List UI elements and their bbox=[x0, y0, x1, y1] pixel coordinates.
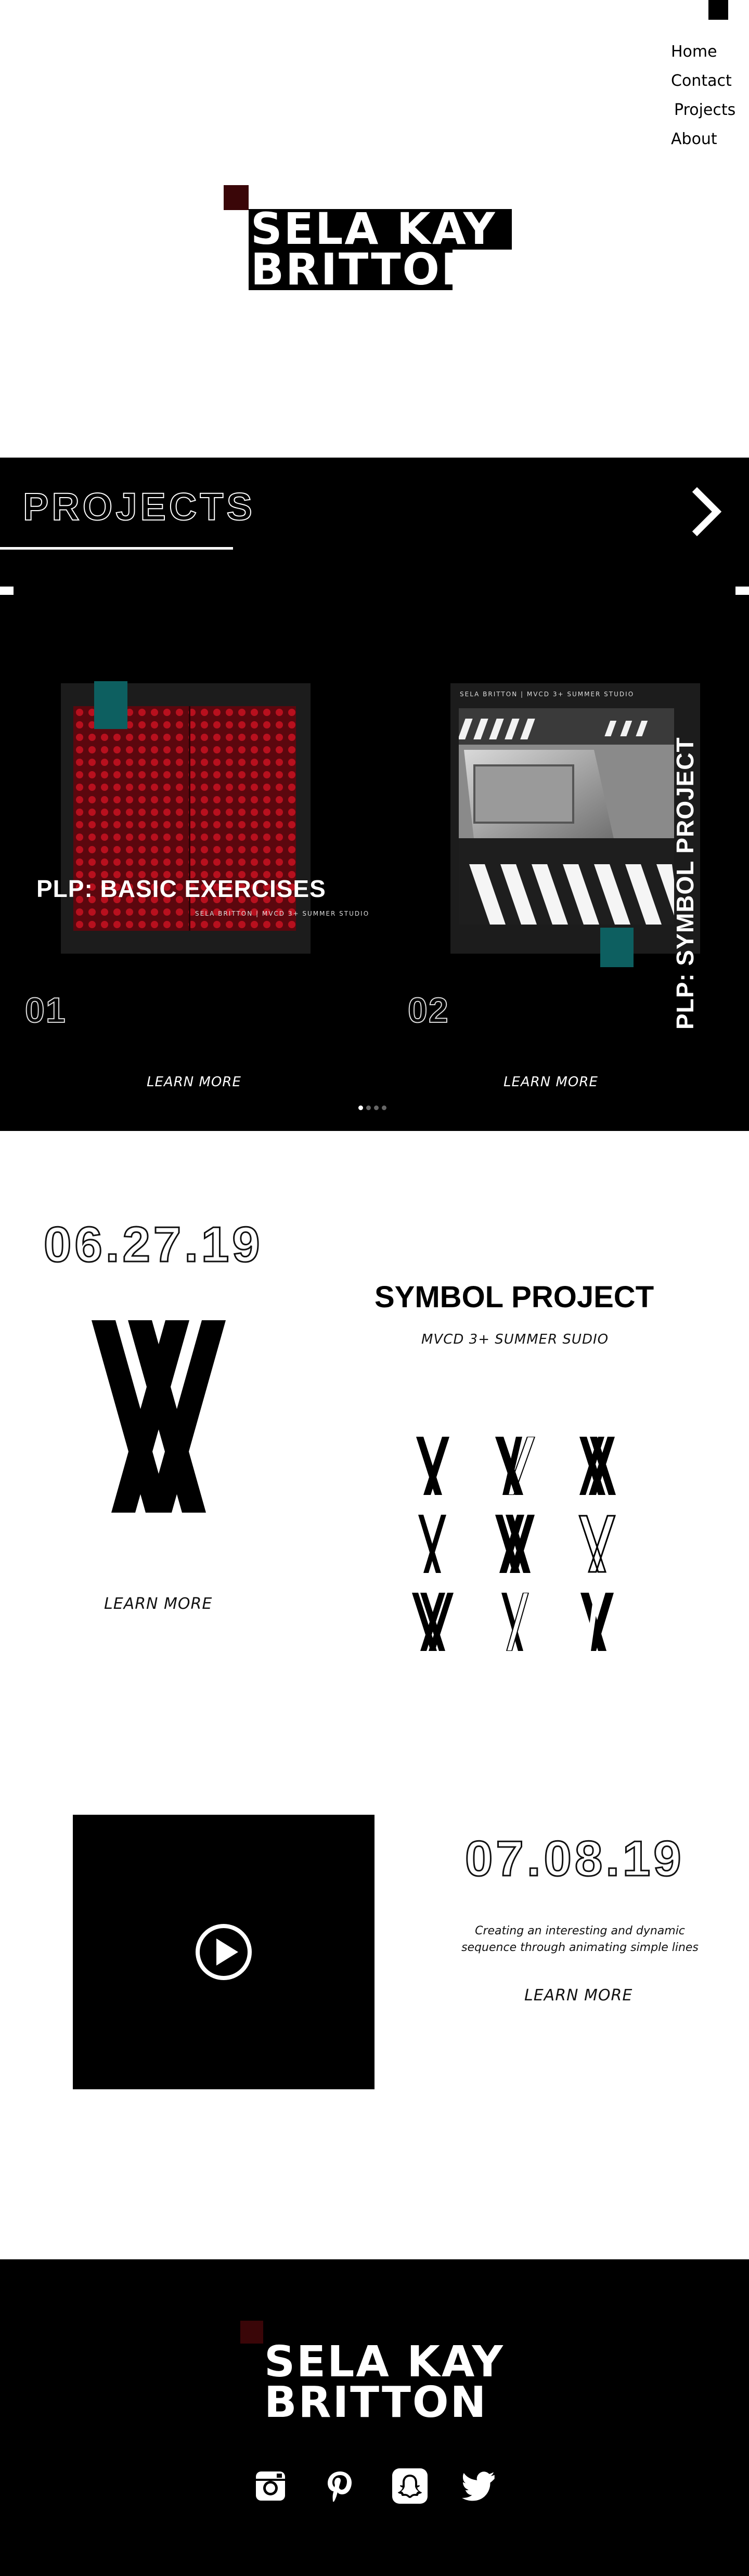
teal-accent-block bbox=[600, 928, 634, 967]
nav-about[interactable]: About bbox=[671, 125, 749, 154]
symbol-project-section: 06.27.19 SYMBOL PROJECT MVCD 3+ SUMMER S… bbox=[0, 1131, 749, 1732]
symbol-project-title: SYMBOL PROJECT bbox=[374, 1280, 654, 1314]
snapchat-icon[interactable] bbox=[391, 2467, 429, 2505]
footer-logo-line-1: SELA KAY bbox=[264, 2337, 505, 2387]
project-card-basic-exercises[interactable]: SELA BRITTON | MVCD 3+ SUMMER STUDIO bbox=[61, 681, 368, 954]
logo-line-2: BRITTON bbox=[251, 244, 480, 295]
nav-projects[interactable]: Projects bbox=[671, 96, 749, 125]
symbol-x-graphic bbox=[92, 1320, 226, 1513]
card-number-02: 02 bbox=[407, 990, 449, 1031]
main-nav: Home Contact Projects About bbox=[671, 37, 749, 154]
nav-home[interactable]: Home bbox=[671, 37, 749, 67]
learn-more-link-symbol-project[interactable]: LEARN MORE bbox=[503, 1074, 598, 1090]
video-project-section: 07.08.19 Creating an interesting and dyn… bbox=[0, 1732, 749, 2259]
learn-more-link-basic-exercises[interactable]: LEARN MORE bbox=[147, 1074, 241, 1090]
symbol-variation-3 bbox=[579, 1437, 616, 1495]
project-date: 06.27.19 bbox=[43, 1216, 263, 1273]
nav-contact[interactable]: Contact bbox=[671, 67, 749, 96]
card-caption: SELA BRITTON | MVCD 3+ SUMMER STUDIO bbox=[460, 691, 635, 698]
projects-heading: PROJECTS bbox=[22, 485, 255, 529]
carousel-edge-marker-right bbox=[735, 587, 749, 595]
logo-red-square bbox=[224, 185, 249, 210]
card-title-symbol-project: PLP: SYMBOL PROJECT bbox=[671, 737, 699, 1030]
footer-brand-logo[interactable]: SELA KAY BRITTON bbox=[240, 2321, 532, 2435]
symbol-variation-2 bbox=[495, 1437, 536, 1495]
symbol-variation-4 bbox=[418, 1515, 446, 1573]
carousel-edge-marker-left bbox=[0, 587, 14, 595]
pinterest-icon[interactable] bbox=[321, 2467, 359, 2505]
carousel-pagination bbox=[357, 1102, 388, 1112]
teal-accent-block bbox=[94, 681, 127, 729]
brand-logo[interactable]: SELA KAY BRITTON bbox=[224, 185, 515, 295]
instagram-icon[interactable] bbox=[252, 2467, 289, 2505]
street-crosswalk-photo bbox=[459, 708, 674, 925]
project-card-symbol-project[interactable]: SELA BRITTON | MVCD 3+ SUMMER STUDIO bbox=[450, 683, 700, 967]
carousel-dot-2[interactable] bbox=[366, 1105, 371, 1110]
carousel-dot-3[interactable] bbox=[374, 1105, 379, 1110]
chevron-right-icon[interactable] bbox=[690, 487, 726, 537]
symbol-variation-1 bbox=[416, 1437, 449, 1495]
projects-heading-underline bbox=[0, 547, 233, 550]
learn-more-link-video[interactable]: LEARN MORE bbox=[524, 1986, 632, 2005]
projects-carousel: PROJECTS SELA BRITTON | MVCD 3+ SUMMER S… bbox=[0, 458, 749, 1131]
card-title-basic-exercises: PLP: BASIC EXERCISES bbox=[36, 875, 326, 902]
corner-square bbox=[708, 0, 728, 20]
symbol-variation-7 bbox=[412, 1593, 454, 1651]
symbol-variation-6 bbox=[578, 1515, 616, 1573]
learn-more-link-symbol[interactable]: LEARN MORE bbox=[104, 1595, 212, 1613]
video-player[interactable] bbox=[73, 1815, 374, 2089]
logo-line-1: SELA KAY bbox=[251, 203, 497, 254]
footer-logo-red-square bbox=[240, 2321, 263, 2344]
symbol-variation-5 bbox=[495, 1515, 535, 1573]
symbol-variation-8 bbox=[501, 1593, 530, 1651]
twitter-icon[interactable] bbox=[461, 2467, 498, 2505]
symbol-project-subtitle: MVCD 3+ SUMMER SUDIO bbox=[421, 1332, 609, 1347]
footer-logo-line-2: BRITTON bbox=[264, 2378, 488, 2427]
play-icon[interactable] bbox=[193, 1922, 254, 1982]
video-project-date: 07.08.19 bbox=[464, 1830, 685, 1888]
symbol-variations-grid bbox=[411, 1437, 629, 1660]
carousel-dot-1[interactable] bbox=[358, 1105, 363, 1110]
crosswalk-photo-graphic bbox=[459, 708, 674, 925]
card-caption: SELA BRITTON | MVCD 3+ SUMMER STUDIO bbox=[195, 910, 370, 917]
site-header: Home Contact Projects About SELA KAY BRI… bbox=[0, 0, 749, 458]
video-project-description: Creating an interesting and dynamic sequ… bbox=[461, 1924, 699, 1954]
carousel-dot-4[interactable] bbox=[382, 1105, 386, 1110]
site-footer: SELA KAY BRITTON bbox=[0, 2259, 749, 2576]
symbol-variation-9 bbox=[580, 1593, 614, 1651]
card-number-01: 01 bbox=[24, 990, 67, 1031]
